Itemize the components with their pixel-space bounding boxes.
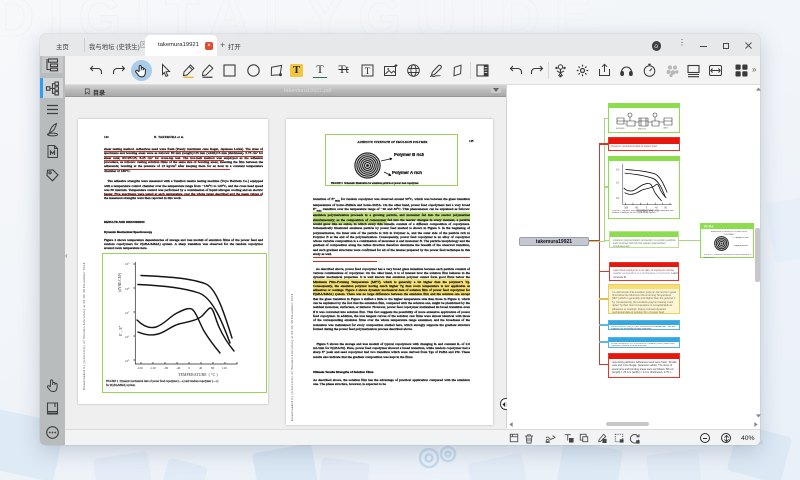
svg-text:10⁵: 10⁵ xyxy=(616,196,619,200)
svg-text:80: 80 xyxy=(211,366,215,370)
svg-text:10⁹: 10⁹ xyxy=(125,262,130,266)
svg-text:10⁷: 10⁷ xyxy=(616,180,619,184)
svg-text:10⁸: 10⁸ xyxy=(125,287,129,291)
svg-text:TEMPERATURE ( °C ): TEMPERATURE ( °C ) xyxy=(178,372,218,377)
svg-text:MONOMER: MONOMER xyxy=(616,128,625,130)
svg-text:10⁷: 10⁷ xyxy=(125,311,129,315)
svg-text:10⁹: 10⁹ xyxy=(616,167,619,171)
svg-text:0: 0 xyxy=(188,366,190,370)
svg-text:10⁵: 10⁵ xyxy=(125,359,129,363)
svg-text:10⁶: 10⁶ xyxy=(125,335,129,339)
svg-text:-120: -120 xyxy=(150,366,156,370)
svg-text:REACTOR: REACTOR xyxy=(638,128,647,131)
svg-text:for P(nBA/MMA) system.: for P(nBA/MMA) system. xyxy=(106,384,136,387)
svg-text:FIGURE 2 Dynamic mechanical d: FIGURE 2 Dynamic mechanical data of powe… xyxy=(106,380,218,383)
svg-text:-80: -80 xyxy=(164,366,169,370)
svg-text:(dYNE/CM²): (dYNE/CM²) xyxy=(118,271,122,291)
svg-text:120: 120 xyxy=(222,366,227,370)
svg-text:-40: -40 xyxy=(176,366,181,370)
svg-text:LATEX: LATEX xyxy=(663,127,669,130)
svg-text:-160: -160 xyxy=(137,366,143,370)
svg-text:E′ , E″: E′ , E″ xyxy=(118,325,124,336)
svg-text:40: 40 xyxy=(199,366,203,370)
svg-text:T: T xyxy=(364,66,370,76)
